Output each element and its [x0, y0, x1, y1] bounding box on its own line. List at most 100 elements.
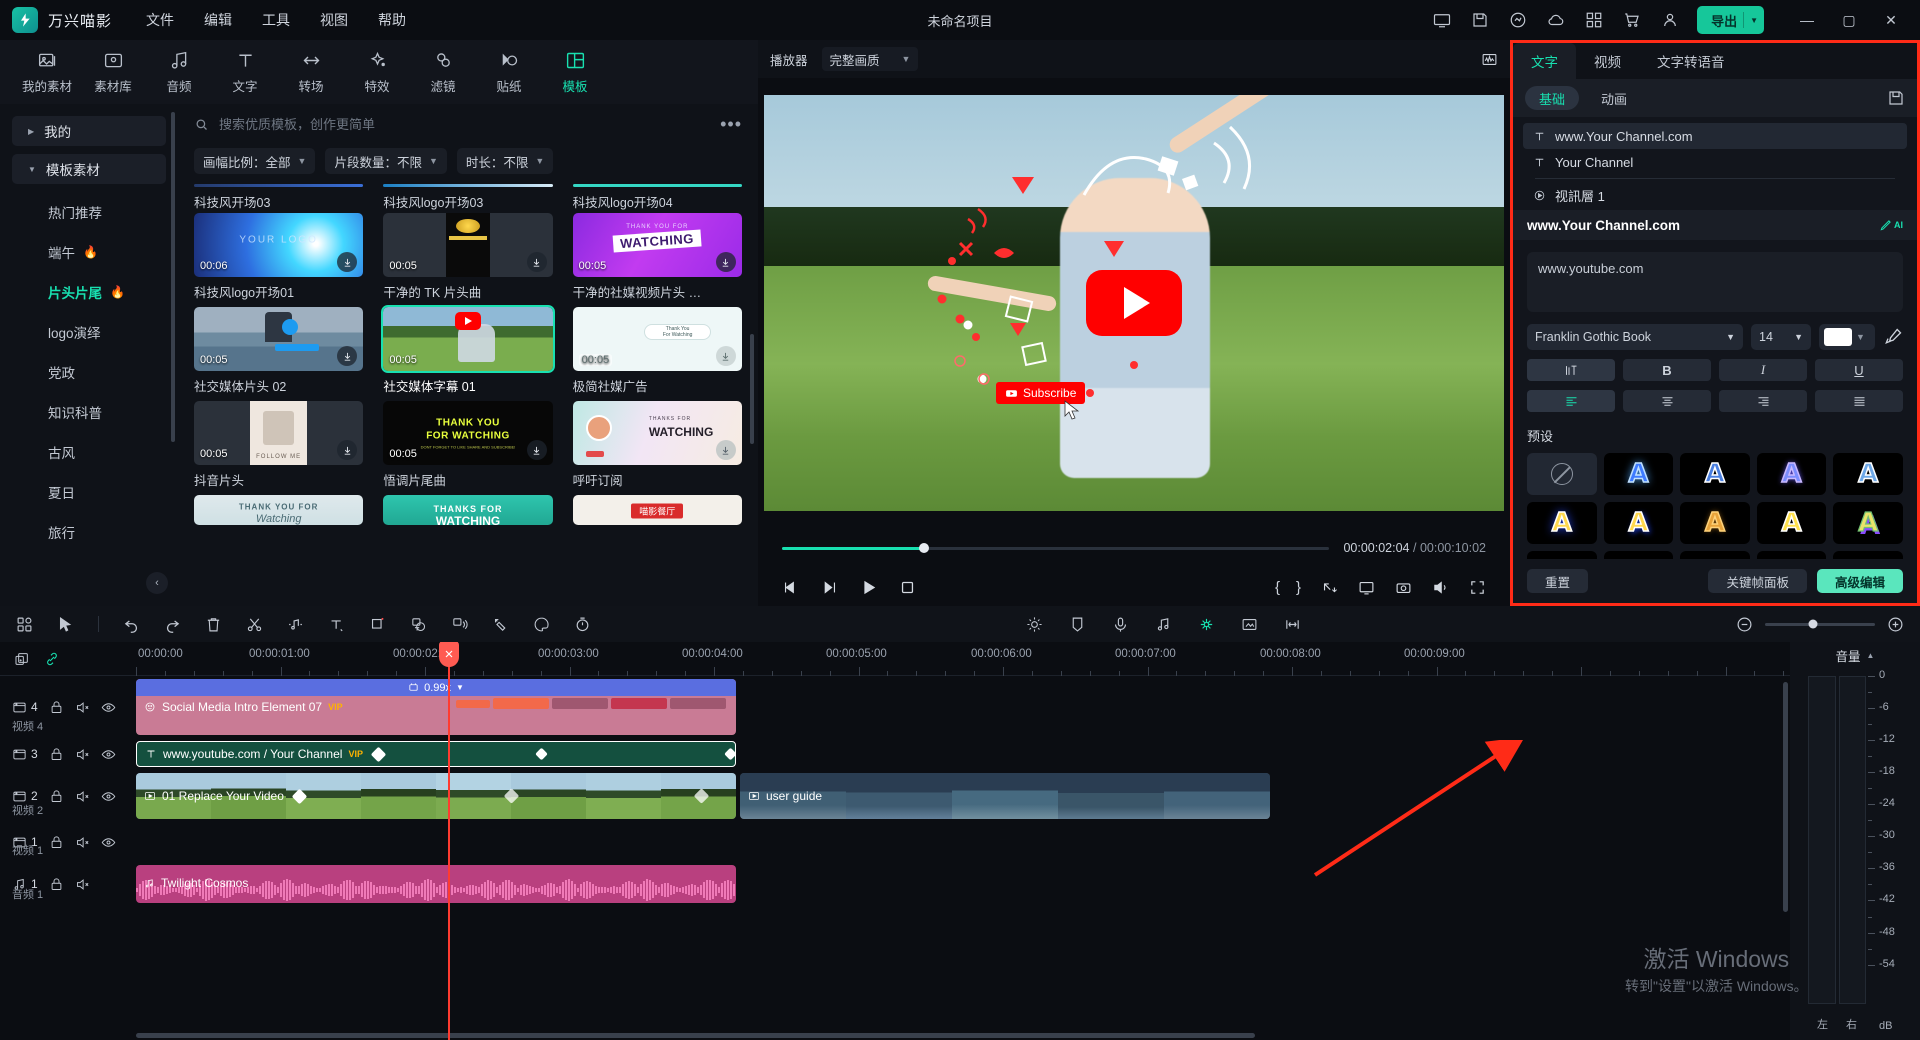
record-icon[interactable] [1112, 616, 1129, 633]
font-size-select[interactable]: 14 ▼ [1751, 324, 1811, 350]
nav-item-government[interactable]: 党政 [0, 352, 178, 392]
template-thumbnail[interactable]: FOLLOW ME 00:05 [194, 401, 363, 465]
template-thumbnail[interactable]: THANKS FOR WATCHING [383, 495, 552, 525]
nav-item-summer[interactable]: 夏日 [0, 472, 178, 512]
keyframe-marker[interactable] [292, 788, 308, 804]
cloud-icon[interactable] [1545, 9, 1567, 31]
preset-mint-white[interactable]: A [1680, 551, 1750, 559]
nav-item-logo[interactable]: logo演绎 [0, 312, 178, 352]
reset-button[interactable]: 重置 [1527, 569, 1588, 593]
play-icon[interactable] [860, 579, 877, 596]
template-card-partial[interactable]: 科技风logo开场04 [573, 184, 742, 211]
add-track-icon[interactable] [14, 651, 30, 667]
template-card[interactable]: FOLLOW ME 00:05 抖音片头 [194, 401, 363, 489]
resource-tab-library[interactable]: 素材库 [80, 43, 146, 101]
save-preset-icon[interactable] [1887, 89, 1905, 107]
template-thumbnail[interactable]: YOUR LOGO 00:06 [194, 213, 363, 277]
advanced-edit-button[interactable]: 高级编辑 [1817, 569, 1903, 593]
template-thumbnail[interactable]: 喵影餐厅 [573, 495, 742, 525]
mark-out-button[interactable]: } [1296, 579, 1301, 596]
preset-orange-gold[interactable]: A [1680, 502, 1750, 544]
youtube-play-icon[interactable] [1086, 270, 1182, 336]
template-thumbnail[interactable]: THANKS FOR WATCHING [573, 401, 742, 465]
select-cursor-icon[interactable] [57, 616, 74, 633]
clip-twilight-cosmos[interactable]: Twilight Cosmos [136, 865, 736, 903]
resource-tab-sticker[interactable]: 贴纸 [476, 43, 542, 101]
redo-icon[interactable] [164, 616, 181, 633]
keyframe-marker[interactable] [371, 746, 387, 762]
tab-text[interactable]: 文字 [1513, 43, 1576, 79]
template-card-selected[interactable]: 00:05 社交媒体字幕 01 [383, 307, 552, 395]
color-swatch[interactable] [1824, 328, 1852, 346]
eye-icon[interactable] [101, 700, 116, 715]
color-icon[interactable] [533, 616, 550, 633]
nav-item-intro-outro[interactable]: 片头片尾🔥 [0, 272, 178, 312]
maximize-button[interactable]: ▢ [1828, 0, 1870, 40]
more-icon[interactable]: ••• [720, 114, 742, 135]
text-icon[interactable] [328, 616, 345, 633]
undo-icon[interactable] [123, 616, 140, 633]
nav-scrollbar[interactable] [171, 112, 175, 442]
waveform-icon[interactable] [1481, 51, 1498, 68]
mute-icon[interactable] [75, 877, 90, 892]
video-preview[interactable]: Subscribe [764, 95, 1504, 511]
timeline-ruler[interactable]: 00:00:00 00:00:01:00 00:00:02:00 00:00:0… [0, 642, 1790, 676]
clip-social-media-intro[interactable]: 0.99x ▼ [136, 679, 736, 735]
nav-group-mine[interactable]: ▶ 我的 [12, 116, 166, 146]
playhead-handle[interactable] [439, 642, 459, 667]
close-button[interactable]: ✕ [1870, 0, 1912, 40]
underline-icon[interactable]: U [1815, 359, 1903, 381]
collapse-nav-button[interactable]: ‹ [146, 572, 168, 594]
lock-icon[interactable] [49, 700, 64, 715]
effects-icon[interactable] [492, 616, 509, 633]
mute-icon[interactable] [75, 747, 90, 762]
mute-icon[interactable] [75, 835, 90, 850]
template-card[interactable]: 00:05 社交媒体片头 02 [194, 307, 363, 395]
user-icon[interactable] [1659, 9, 1681, 31]
delete-icon[interactable] [205, 616, 222, 633]
template-thumbnail[interactable]: THANK YOU FOR Watching [194, 495, 363, 525]
nav-item-travel[interactable]: 旅行 [0, 512, 178, 552]
filter-clip-count[interactable]: 片段数量：不限 ▼ [325, 148, 446, 174]
stop-icon[interactable] [899, 579, 916, 596]
cart-icon[interactable] [1621, 9, 1643, 31]
auto-caption-icon[interactable] [410, 616, 427, 633]
text-content-input[interactable]: www.youtube.com [1527, 252, 1903, 312]
volume-header[interactable]: 音量 ▲ [1790, 642, 1920, 668]
preset-blue-rose[interactable]: A [1757, 551, 1827, 559]
preset-none[interactable] [1527, 453, 1597, 495]
fit-icon[interactable] [1284, 616, 1301, 633]
eyedropper-icon[interactable] [1883, 327, 1903, 347]
chroma-icon[interactable] [1198, 616, 1215, 633]
download-icon[interactable] [716, 346, 736, 366]
step-frame-icon[interactable] [821, 579, 838, 596]
subtab-animation[interactable]: 动画 [1587, 86, 1641, 110]
quality-selector[interactable]: 完整画质 ▼ [822, 47, 919, 71]
clip-user-guide[interactable]: user guide [740, 773, 1270, 819]
nav-item-duanwu[interactable]: 端午🔥 [0, 232, 178, 272]
nav-group-templates[interactable]: ▼ 模板素材 [12, 154, 166, 184]
clip-text-youtube[interactable]: www.youtube.com / Your Channel VIP [136, 741, 736, 767]
template-thumbnail[interactable]: THANK YOU FOR WATCHING DONT FORGET TO LI… [383, 401, 552, 465]
timeline-vscrollbar[interactable] [1783, 682, 1788, 912]
menu-help[interactable]: 帮助 [378, 10, 406, 30]
template-card[interactable]: THANKS FOR WATCHING [383, 495, 552, 525]
resource-tab-text[interactable]: 文字 [212, 43, 278, 101]
menu-tools[interactable]: 工具 [262, 10, 290, 30]
mark-in-button[interactable]: { [1275, 579, 1280, 596]
player-progress-bar[interactable] [782, 547, 1329, 550]
preset-yellow-white[interactable]: A [1757, 502, 1827, 544]
crop-icon[interactable] [369, 616, 386, 633]
layer-item-url[interactable]: www.Your Channel.com [1523, 123, 1907, 149]
resource-tab-transition[interactable]: 转场 [278, 43, 344, 101]
playhead[interactable] [448, 642, 450, 1040]
lock-icon[interactable] [49, 835, 64, 850]
eye-icon[interactable] [101, 747, 116, 762]
timeline-hscrollbar[interactable] [136, 1033, 1782, 1038]
preset-yellow-blue-glow[interactable]: A [1527, 502, 1597, 544]
prev-frame-icon[interactable] [782, 579, 799, 596]
lock-icon[interactable] [49, 877, 64, 892]
ai-write-icon[interactable]: AI [1879, 218, 1903, 232]
template-card[interactable]: THANK YOU FOR WATCHING 00:05 干净的社媒视频片头 … [573, 213, 742, 301]
layer-item-channel[interactable]: Your Channel [1523, 149, 1907, 175]
